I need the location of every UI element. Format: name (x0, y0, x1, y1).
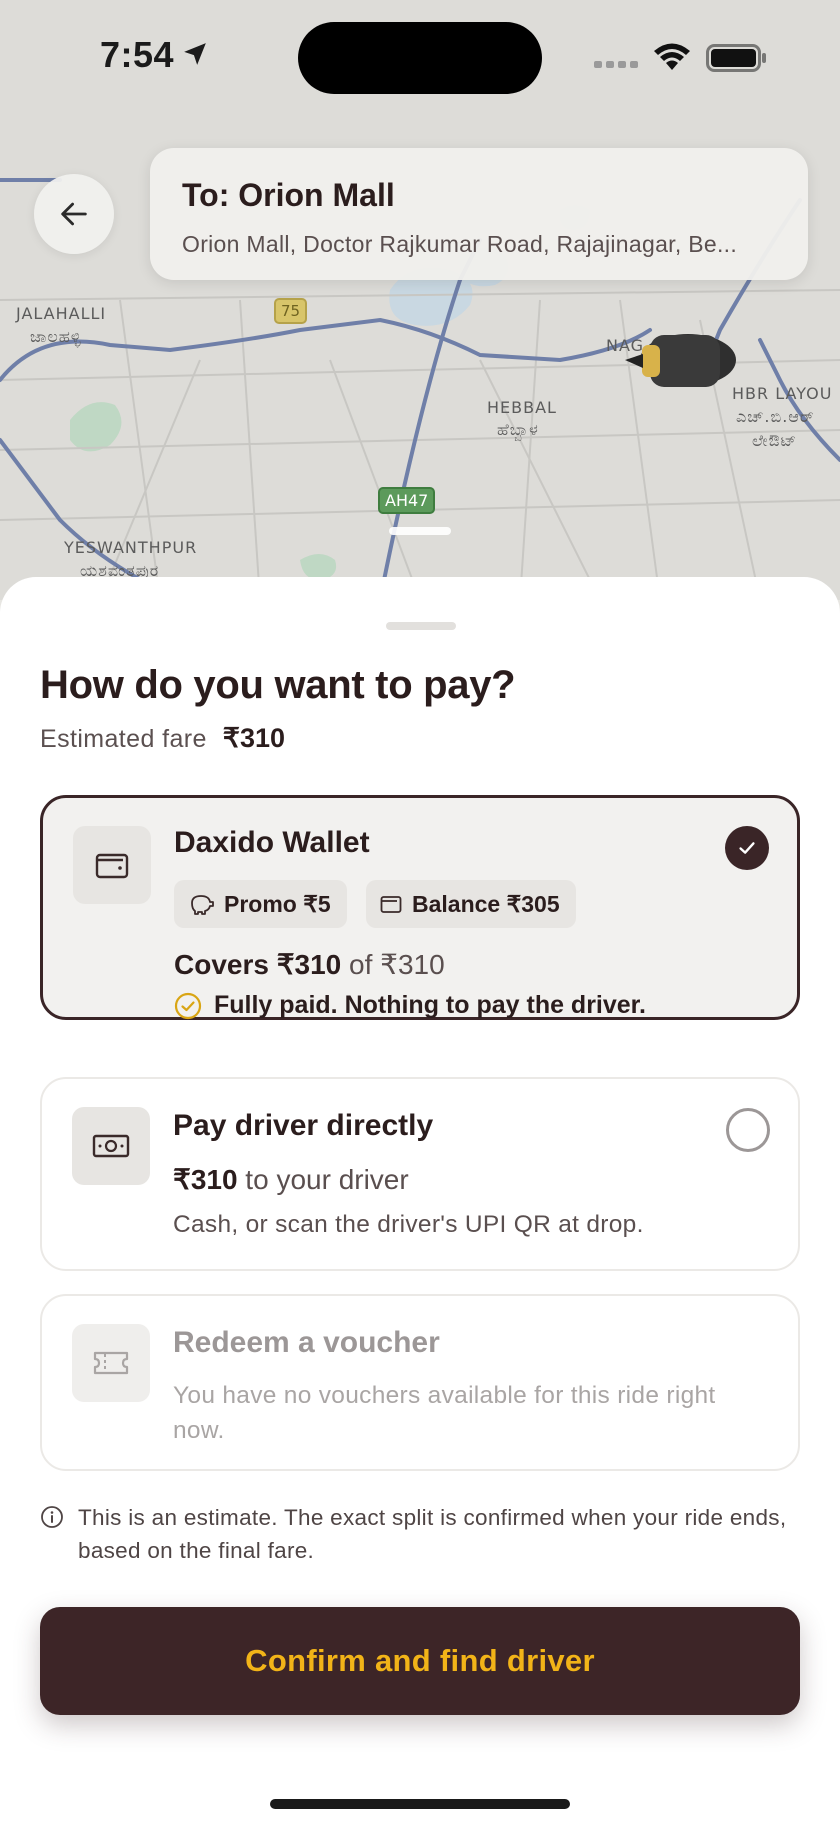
status-time: 7:54 (100, 34, 175, 75)
balance-chip-label: Balance ₹305 (412, 890, 560, 917)
voucher-option-title: Redeem a voucher (173, 1326, 440, 1359)
fare-label: Estimated fare (40, 725, 207, 753)
covers-amount: Covers ₹310 (174, 949, 342, 980)
map-label: HEBBAL (487, 398, 557, 417)
driver-option-description: Cash, or scan the driver's UPI QR at dro… (173, 1211, 644, 1238)
map-label: ಲೇಔಟ್ (752, 431, 798, 450)
confirm-find-driver-button[interactable]: Confirm and find driver (40, 1607, 800, 1715)
driver-amount: ₹310 (173, 1164, 238, 1195)
map-label: ಹೆಬ್ಬಾಳ (497, 420, 539, 439)
wallet-option-title: Daxido Wallet (174, 826, 370, 859)
sheet-grabber[interactable] (386, 622, 456, 630)
driver-radio-unchecked[interactable] (726, 1108, 770, 1152)
cellular-signal-icon (594, 61, 638, 68)
payment-option-wallet[interactable]: Daxido Wallet Promo ₹5 Balance ₹305 Cove… (40, 795, 800, 1020)
driver-option-title: Pay driver directly (173, 1109, 434, 1142)
estimate-note-text: This is an estimate. The exact split is … (78, 1505, 787, 1563)
estimate-note: This is an estimate. The exact split is … (40, 1501, 788, 1567)
cash-icon (72, 1107, 150, 1185)
info-icon (41, 1506, 63, 1528)
destination-card[interactable]: To: Orion Mall Orion Mall, Doctor Rajkum… (150, 148, 808, 280)
ticket-icon (72, 1324, 150, 1402)
map-label: HBR LAYOU (732, 384, 833, 403)
map-label: JALAHALLI (16, 304, 107, 323)
piggy-bank-icon (191, 895, 214, 915)
checkmark-icon (739, 842, 755, 854)
highway-shield-ah47: AH47 (378, 487, 436, 514)
highway-shield-75: 75 (274, 298, 308, 324)
map-drag-handle[interactable] (389, 527, 451, 535)
payment-option-voucher: Redeem a voucher You have no vouchers av… (40, 1294, 800, 1471)
location-arrow-icon (184, 43, 206, 65)
fare-value: ₹310 (222, 723, 286, 753)
arrow-left-icon (61, 202, 87, 226)
balance-chip: Balance ₹305 (366, 880, 576, 928)
wifi-icon (654, 43, 690, 70)
wallet-icon (73, 826, 151, 904)
home-indicator[interactable] (270, 1799, 570, 1809)
map-label: ಜಾಲಹಳ್ಳಿ (30, 327, 82, 346)
wallet-radio-checked[interactable] (725, 826, 769, 870)
map-label: ಎಚ್.ಬಿ.ಆರ್ (736, 407, 815, 426)
payment-option-driver[interactable]: Pay driver directly ₹310 to your driver … (40, 1077, 800, 1271)
sheet-title: How do you want to pay? (40, 663, 516, 707)
check-circle-icon (174, 992, 202, 1019)
dynamic-island (298, 22, 542, 94)
fully-paid-row: Fully paid. Nothing to pay the driver. (174, 991, 646, 1020)
payment-sheet: How do you want to pay? Estimated fare ₹… (0, 577, 840, 1821)
estimated-fare-row: Estimated fare ₹310 (40, 723, 285, 754)
battery-icon (706, 44, 766, 72)
destination-address: Orion Mall, Doctor Rajkumar Road, Rajaji… (182, 231, 738, 257)
fully-paid-text: Fully paid. Nothing to pay the driver. (214, 991, 646, 1019)
destination-title: To: Orion Mall (182, 177, 395, 213)
driver-amount-suffix: to your driver (237, 1164, 409, 1195)
back-button[interactable] (34, 174, 114, 254)
wallet-covers-text: Covers ₹310 of ₹310 (174, 948, 445, 981)
map-label: YESWANTHPUR (64, 538, 198, 557)
covers-total: of ₹310 (341, 949, 445, 980)
confirm-button-label: Confirm and find driver (245, 1643, 595, 1678)
map-label: NAG (606, 336, 645, 355)
voucher-option-description: You have no vouchers available for this … (173, 1382, 716, 1444)
driver-amount-text: ₹310 to your driver (173, 1163, 409, 1196)
wallet-small-icon (380, 896, 402, 913)
promo-chip-label: Promo ₹5 (224, 890, 331, 917)
promo-chip: Promo ₹5 (174, 880, 347, 928)
